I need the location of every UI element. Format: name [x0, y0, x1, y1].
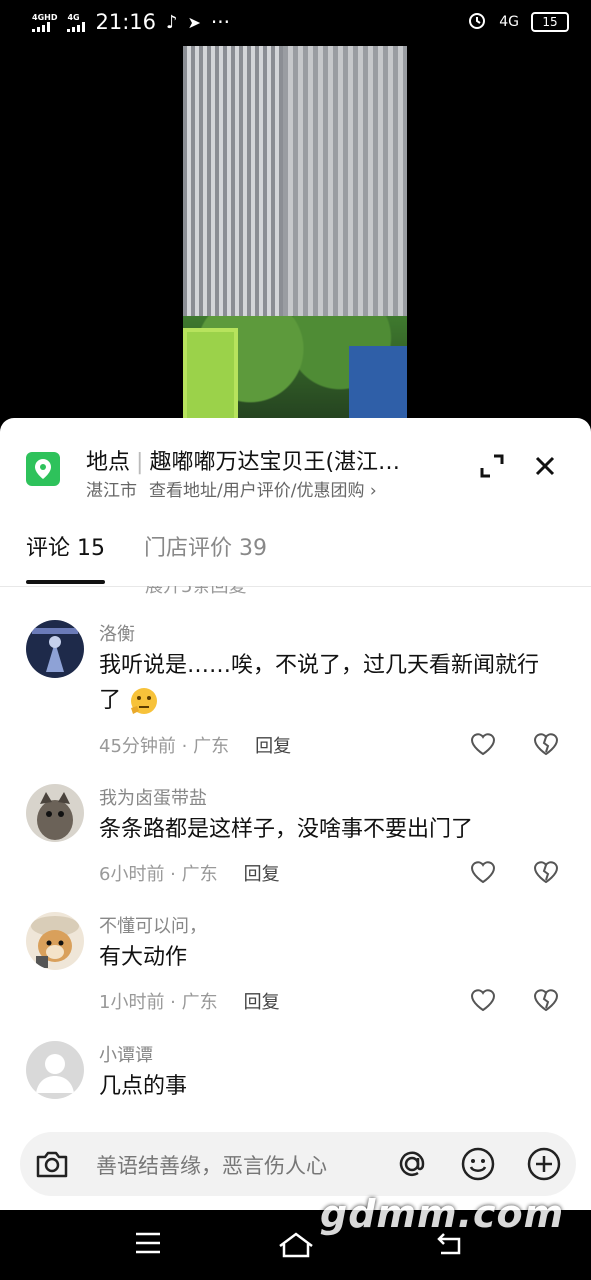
telegram-icon: ➤ [187, 12, 201, 32]
avatar[interactable] [26, 784, 84, 842]
comment-username[interactable]: 小谭谭 [99, 1041, 153, 1067]
battery-icon: 15 [531, 12, 569, 32]
more-dots: ··· [210, 10, 230, 34]
tab-store-reviews[interactable]: 门店评价 39 [144, 530, 267, 562]
comment-username[interactable]: 洛衡 [99, 620, 135, 646]
comment-region: 广东 [193, 736, 230, 757]
signal-sim1: 4GHD [32, 13, 57, 32]
location-city: 湛江市 [86, 481, 137, 501]
comment-text: 条条路都是这样子，没啥事不要出门了 [99, 817, 474, 842]
expand-icon[interactable] [478, 452, 508, 482]
chevron-right-icon: › [369, 481, 377, 501]
heart-icon[interactable] [470, 988, 496, 1012]
comment-item: 我为卤蛋带盐 条条路都是这样子，没啥事不要出门了 6小时前 · 广东 回复 [0, 784, 591, 894]
meta-separator: · [164, 992, 182, 1013]
comment-list[interactable]: 展开5条回复 洛衡 我听说是……唉，不说了，过几天看新闻就行了 45分钟前 · … [0, 586, 591, 1118]
broken-heart-icon[interactable] [533, 860, 559, 884]
comment-region: 广东 [181, 992, 218, 1013]
bus [183, 328, 238, 426]
avatar[interactable] [26, 912, 84, 970]
comment-text: 几点的事 [99, 1074, 188, 1099]
broken-heart-icon[interactable] [533, 988, 559, 1012]
location-name: 趣嘟嘟万达宝贝王(湛江… [149, 450, 401, 475]
tab-indicator [26, 580, 105, 584]
comment-body: 我听说是……唉，不说了，过几天看新闻就行了 [99, 653, 540, 713]
comment-text: 有大动作 [99, 945, 188, 970]
tiktok-icon: ♪ [166, 11, 178, 33]
at-icon[interactable] [394, 1146, 430, 1182]
divider: | [136, 450, 144, 475]
tab-bar: 评论 15 门店评价 39 [0, 518, 591, 587]
signal-bars-icon [67, 21, 86, 32]
expand-replies-cut[interactable]: 展开5条回复 [145, 586, 246, 598]
comment-time: 1小时前 [99, 992, 165, 1013]
location-title[interactable]: 地点 | 趣嘟嘟万达宝贝王(湛江… [86, 444, 446, 476]
comment-text: 我听说是……唉，不说了，过几天看新闻就行了 [99, 648, 559, 718]
comment-item: 洛衡 我听说是……唉，不说了，过几天看新闻就行了 45分钟前 · 广东 回复 [0, 620, 591, 760]
reply-button[interactable]: 回复 [244, 864, 280, 885]
menu-icon[interactable] [134, 1230, 162, 1260]
heart-icon[interactable] [470, 732, 496, 756]
plus-icon[interactable] [526, 1146, 562, 1182]
signal-bars-icon [32, 21, 50, 32]
broken-heart-icon[interactable] [533, 732, 559, 756]
close-icon[interactable] [531, 452, 561, 482]
sim2-label: 4G [67, 12, 80, 22]
location-label: 地点 [86, 450, 131, 475]
signal-sim2: 4G [67, 12, 86, 32]
reply-button[interactable]: 回复 [255, 736, 291, 757]
comment-username[interactable]: 我为卤蛋带盐 [99, 784, 207, 810]
comment-meta: 45分钟前 · 广东 回复 [99, 732, 291, 758]
heart-icon[interactable] [470, 860, 496, 884]
comment-region: 广东 [181, 864, 218, 885]
comment-item: 小谭谭 几点的事 [0, 1041, 591, 1118]
avatar[interactable] [26, 620, 84, 678]
clock: 21:16 [95, 10, 156, 34]
comment-username[interactable]: 不懂可以问， [99, 912, 207, 938]
sim1-label: 4GHD [32, 12, 58, 22]
alarm-icon [467, 10, 487, 34]
home-icon[interactable] [276, 1230, 316, 1264]
video-frame[interactable] [183, 46, 407, 426]
comment-time: 45分钟前 [99, 736, 176, 757]
comment-input-placeholder[interactable]: 善语结善缘，恶言伤人心 [96, 1150, 327, 1180]
comment-input-bar[interactable]: 善语结善缘，恶言伤人心 [20, 1132, 576, 1196]
comment-time: 6小时前 [99, 864, 165, 885]
status-right: 4G 15 [467, 10, 569, 34]
comment-meta: 6小时前 · 广东 回复 [99, 860, 280, 886]
comment-sheet: 地点 | 趣嘟嘟万达宝贝王(湛江… 湛江市 查看地址/用户评价/优惠团购 › 评论 1… [0, 418, 591, 1210]
reply-button[interactable]: 回复 [244, 992, 280, 1013]
watermark: gdmm.com [320, 1192, 565, 1236]
location-pin-icon [26, 452, 60, 486]
avatar[interactable] [26, 1041, 84, 1099]
camera-icon[interactable] [34, 1146, 70, 1182]
location-link[interactable]: 查看地址/用户评价/优惠团购 [149, 481, 364, 501]
network-label: 4G [499, 14, 519, 30]
location-subtitle[interactable]: 湛江市 查看地址/用户评价/优惠团购 › [86, 476, 377, 501]
meta-separator: · [164, 864, 182, 885]
status-bar: 4GHD 4G 21:16 ♪ ➤ ··· 4G 15 [0, 0, 591, 46]
tab-comments[interactable]: 评论 15 [26, 530, 105, 562]
thinking-emoji-icon [128, 686, 160, 716]
truck [349, 346, 407, 426]
building-left [183, 46, 283, 346]
location-card[interactable]: 地点 | 趣嘟嘟万达宝贝王(湛江… 湛江市 查看地址/用户评价/优惠团购 › [26, 440, 566, 501]
emoji-icon[interactable] [460, 1146, 496, 1182]
status-left: 4GHD 4G 21:16 ♪ ➤ ··· [32, 10, 230, 34]
comment-item: 不懂可以问， 有大动作 1小时前 · 广东 回复 [0, 912, 591, 1022]
comment-meta: 1小时前 · 广东 回复 [99, 988, 280, 1014]
meta-separator: · [175, 736, 194, 757]
